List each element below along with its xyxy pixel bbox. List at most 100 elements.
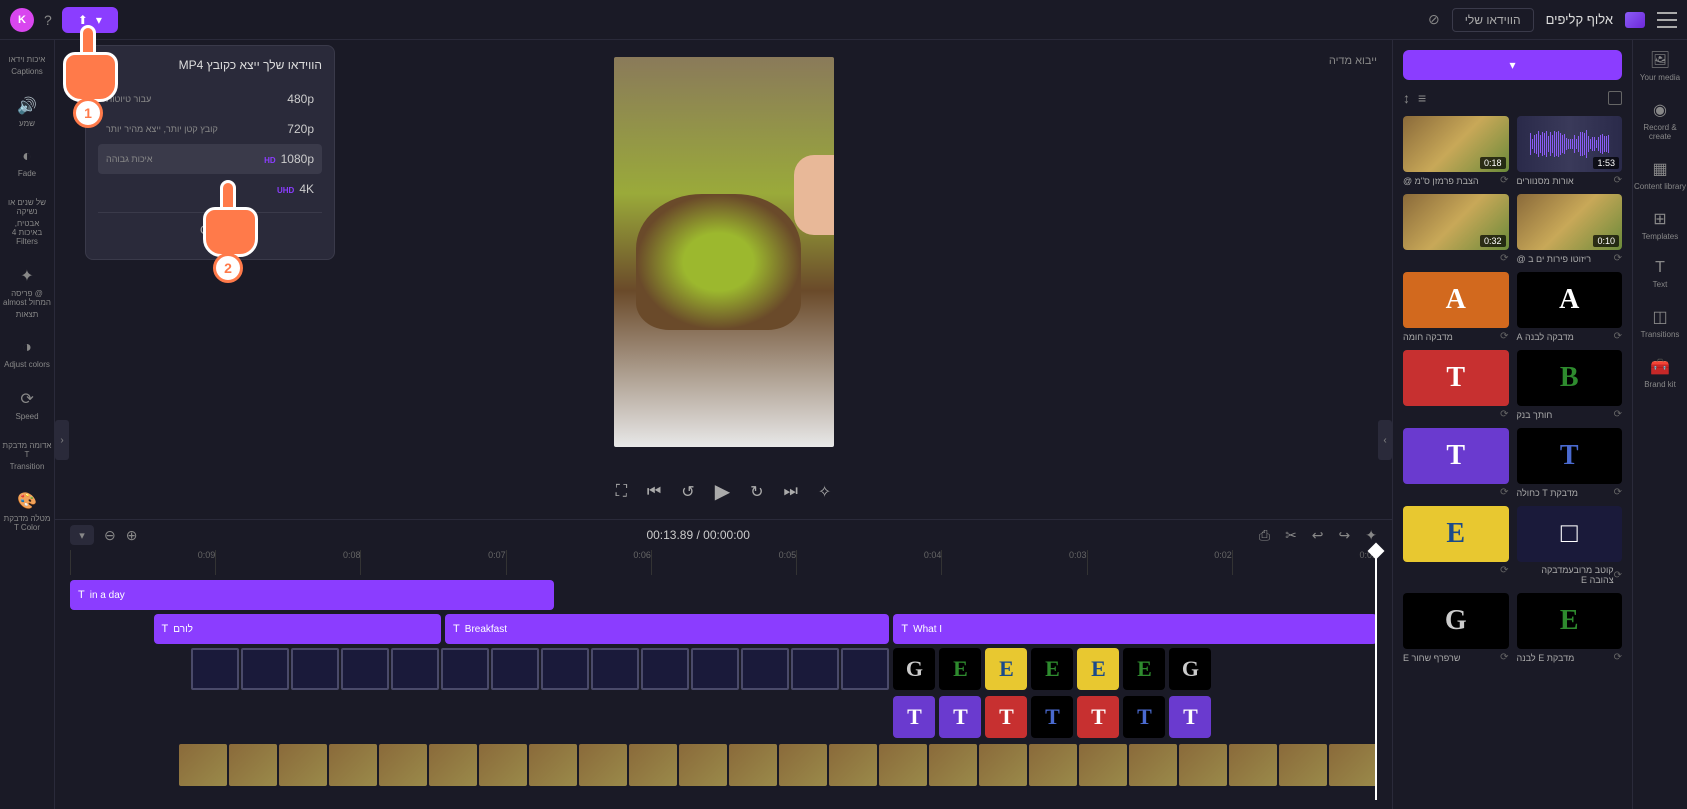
magic-icon[interactable]: ✦	[1365, 527, 1377, 544]
video-frame[interactable]	[629, 744, 677, 786]
zoom-fit-button[interactable]: ▾	[70, 525, 94, 545]
video-frame[interactable]	[191, 648, 239, 690]
video-frame[interactable]	[1279, 744, 1327, 786]
video-frame[interactable]	[1179, 744, 1227, 786]
video-frame[interactable]	[591, 648, 639, 690]
video-frame[interactable]	[979, 744, 1027, 786]
media-item[interactable]: 0:10⟳ריזוטו פירות ים ב @	[1517, 194, 1623, 264]
timeline-ruler[interactable]: 0:01 0:02 0:03 0:04 0:05 0:06 0:07 0:08 …	[55, 550, 1392, 575]
redo-icon[interactable]: ↪	[1339, 527, 1351, 544]
export-4k[interactable]: 4K UHD	[98, 174, 322, 204]
video-frame[interactable]	[741, 648, 789, 690]
sticker-clip[interactable]: E	[1031, 648, 1073, 690]
video-frame[interactable]	[429, 744, 477, 786]
export-480p[interactable]: 480p עבור טיוטות	[98, 84, 322, 114]
split-icon[interactable]: ⎙	[1259, 527, 1270, 544]
sticker-clip[interactable]: E	[985, 648, 1027, 690]
media-item[interactable]: T⟳	[1403, 350, 1509, 420]
prop-audio[interactable]: 🔊שמע	[17, 96, 37, 128]
video-frame[interactable]	[441, 648, 489, 690]
media-item[interactable]: 0:32⟳	[1403, 194, 1509, 264]
prop-video-quality[interactable]: איכות וידאוCaptions	[9, 55, 46, 76]
video-frame[interactable]	[291, 648, 339, 690]
video-preview[interactable]	[614, 57, 834, 447]
sort-icon[interactable]: ↕	[1403, 90, 1410, 106]
video-frame[interactable]	[679, 744, 727, 786]
sticker-clip[interactable]: T	[893, 696, 935, 738]
collapse-props-panel[interactable]: ‹	[55, 420, 69, 460]
nav-transitions[interactable]: ◫Transitions	[1641, 307, 1680, 339]
help-icon[interactable]: ?	[44, 12, 52, 28]
video-frame[interactable]	[279, 744, 327, 786]
prop-effects[interactable]: ✦@ פריסה המחול almostתצאות	[2, 266, 52, 319]
nav-brand-kit[interactable]: 🧰Brand kit	[1644, 357, 1676, 389]
scissors-icon[interactable]: ✂	[1285, 527, 1297, 544]
video-frame[interactable]	[491, 648, 539, 690]
clip-inaday[interactable]: in a dayT	[70, 580, 554, 610]
video-frame[interactable]	[829, 744, 877, 786]
prop-fade[interactable]: ◐Fade	[18, 148, 36, 178]
export-gif[interactable]: GIF	[98, 212, 322, 247]
sticker-clip[interactable]: T	[1031, 696, 1073, 738]
prop-transition[interactable]: אדומה מדבקת TTransition	[2, 441, 52, 471]
clip-lorem[interactable]: לורםT	[154, 614, 442, 644]
prop-speed[interactable]: ⟳Speed	[15, 389, 38, 421]
video-frame[interactable]	[691, 648, 739, 690]
video-frame[interactable]	[879, 744, 927, 786]
fullscreen-icon[interactable]: ⛶	[616, 483, 627, 501]
media-item[interactable]: 1:53⟳אורות מסנוורים	[1517, 116, 1623, 186]
video-frame[interactable]	[1329, 744, 1377, 786]
video-frame[interactable]	[779, 744, 827, 786]
media-item[interactable]: A⟳מדבקה חומה	[1403, 272, 1509, 342]
video-frame[interactable]	[479, 744, 527, 786]
nav-text[interactable]: TText	[1653, 259, 1668, 289]
video-frame[interactable]	[391, 648, 439, 690]
video-frame[interactable]	[841, 648, 889, 690]
sticker-clip[interactable]: E	[1077, 648, 1119, 690]
media-item[interactable]: □⟳קוטב מרובעמדבקה צהובה E	[1517, 506, 1623, 585]
video-frame[interactable]	[1029, 744, 1077, 786]
video-frame[interactable]	[791, 648, 839, 690]
visibility-icon[interactable]: ⊘	[1428, 11, 1440, 28]
video-frame[interactable]	[379, 744, 427, 786]
prop-color[interactable]: 🎨מטלה מדבקת T Color	[2, 491, 52, 532]
video-frame[interactable]	[1229, 744, 1277, 786]
media-item[interactable]: T⟳מדבקת T כחולה	[1517, 428, 1623, 498]
export-button[interactable]: ▾ ⬆	[62, 7, 118, 33]
video-frame[interactable]	[229, 744, 277, 786]
select-all-checkbox[interactable]	[1608, 91, 1622, 105]
video-frame[interactable]	[1129, 744, 1177, 786]
video-frame[interactable]	[541, 648, 589, 690]
step-forward-icon[interactable]: ↻	[750, 482, 763, 502]
prop-filters[interactable]: של שנים או נשיקהאבטיח, באיכות 4 Filters	[2, 198, 52, 246]
zoom-in-icon[interactable]: ⊕	[126, 527, 138, 544]
nav-record-create[interactable]: ◉Record & create	[1633, 100, 1687, 141]
media-item[interactable]: 0:18⟳הצבת פרמזן ס"מ @	[1403, 116, 1509, 186]
sticker-clip[interactable]: T	[939, 696, 981, 738]
video-frame[interactable]	[641, 648, 689, 690]
sticker-clip[interactable]: E	[1123, 648, 1165, 690]
sticker-clip[interactable]: T	[985, 696, 1027, 738]
video-frame[interactable]	[329, 744, 377, 786]
nav-content-library[interactable]: ▦Content library	[1634, 159, 1686, 191]
skip-forward-icon[interactable]: ⏭	[784, 483, 798, 501]
video-frame[interactable]	[241, 648, 289, 690]
sticker-clip[interactable]: E	[939, 648, 981, 690]
export-1080p[interactable]: 1080p HD איכות גבוהה	[98, 144, 322, 174]
zoom-out-icon[interactable]: ⊖	[104, 527, 116, 544]
sticker-clip[interactable]: T	[1077, 696, 1119, 738]
media-item[interactable]: G⟳שרפרף שחור E	[1403, 593, 1509, 663]
prop-adjust-colors[interactable]: ◑Adjust colors	[4, 339, 50, 369]
video-frame[interactable]	[341, 648, 389, 690]
video-frame[interactable]	[179, 744, 227, 786]
filter-icon[interactable]: ≡	[1418, 90, 1426, 106]
video-frame[interactable]	[929, 744, 977, 786]
sticker-clip[interactable]: G	[893, 648, 935, 690]
crop-icon[interactable]: ✧	[818, 482, 831, 502]
sticker-clip[interactable]: T	[1169, 696, 1211, 738]
my-videos-button[interactable]: הווידאו שלי	[1452, 8, 1534, 32]
step-back-icon[interactable]: ↺	[681, 482, 694, 502]
video-frame[interactable]	[729, 744, 777, 786]
undo-icon[interactable]: ↩	[1312, 527, 1324, 544]
video-frame[interactable]	[1079, 744, 1127, 786]
